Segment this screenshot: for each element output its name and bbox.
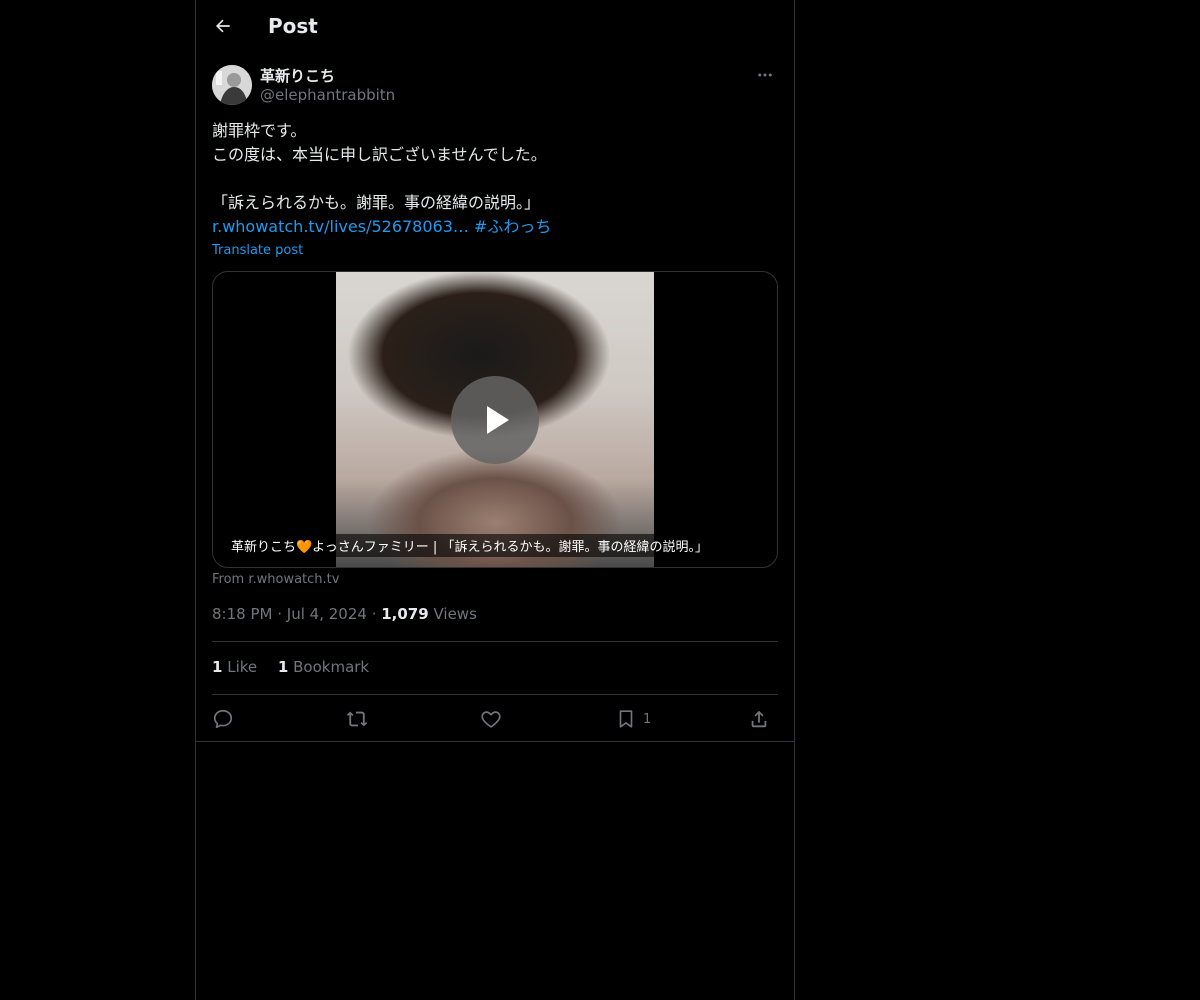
bookmarks-stat[interactable]: 1 Bookmark bbox=[278, 658, 369, 676]
engagement-stats: 1 Like 1 Bookmark bbox=[212, 658, 385, 676]
bookmark-icon bbox=[615, 708, 637, 730]
play-icon bbox=[475, 400, 515, 440]
post-bottom-border bbox=[196, 741, 794, 742]
divider bbox=[212, 641, 778, 642]
post-links-line: r.whowatch.tv/lives/52678063… #ふわっち bbox=[212, 215, 778, 239]
divider bbox=[212, 694, 778, 695]
author-name[interactable]: 革新りこち bbox=[260, 65, 335, 86]
avatar[interactable] bbox=[212, 65, 252, 105]
more-options-button[interactable] bbox=[752, 64, 778, 86]
post-text-line: この度は、本当に申し訳ございませんでした。 bbox=[212, 145, 547, 164]
top-bar: Post bbox=[196, 0, 794, 54]
post-time[interactable]: 8:18 PM bbox=[212, 605, 272, 623]
post-detail-column: Post 革新りこち @elephantrabbitn 謝罪枠です。 この度は、… bbox=[195, 0, 795, 1000]
like-button[interactable] bbox=[480, 706, 502, 732]
likes-stat[interactable]: 1 Like bbox=[212, 658, 262, 676]
back-button[interactable] bbox=[206, 9, 240, 43]
card-caption: 革新りこち🧡よっさんファミリー | 「訴えられるかも。謝罪。事の経緯の説明。」 bbox=[225, 534, 714, 557]
page-title: Post bbox=[268, 14, 318, 38]
bookmarks-count: 1 bbox=[277, 658, 289, 676]
meta-separator: · bbox=[277, 605, 287, 623]
views-count: 1,079 bbox=[381, 605, 429, 623]
bookmarks-label: Bookmark bbox=[293, 658, 370, 676]
post-text-line: 謝罪枠です。 bbox=[212, 121, 307, 140]
bookmark-count: 1 bbox=[643, 711, 652, 727]
translate-post-link[interactable]: Translate post bbox=[212, 243, 303, 258]
meta-separator: · bbox=[371, 605, 382, 623]
post-text-line bbox=[212, 167, 778, 191]
author-handle[interactable]: @elephantrabbitn bbox=[260, 86, 395, 104]
post-link[interactable]: r.whowatch.tv/lives/52678063… bbox=[212, 217, 469, 236]
post-meta: 8:18 PM · Jul 4, 2024 · 1,079 Views bbox=[212, 605, 477, 623]
views-label: Views bbox=[433, 605, 477, 623]
hashtag-link[interactable]: #ふわっち bbox=[474, 217, 551, 236]
arrow-left-icon bbox=[213, 16, 233, 36]
link-card[interactable]: 革新りこち🧡よっさんファミリー | 「訴えられるかも。謝罪。事の経緯の説明。」 bbox=[212, 271, 778, 568]
likes-count: 1 bbox=[212, 658, 223, 676]
post-text: 謝罪枠です。 この度は、本当に申し訳ございませんでした。 「訴えられるかも。謝罪… bbox=[212, 119, 778, 239]
reply-icon bbox=[212, 708, 234, 730]
action-bar: 1 bbox=[212, 706, 778, 732]
post-text-line: 「訴えられるかも。謝罪。事の経緯の説明。」 bbox=[212, 193, 541, 212]
likes-label: Like bbox=[227, 658, 258, 676]
card-source: From r.whowatch.tv bbox=[212, 572, 340, 587]
repost-icon bbox=[346, 708, 368, 730]
author-row: 革新りこち @elephantrabbitn bbox=[212, 64, 778, 106]
share-button[interactable] bbox=[748, 706, 770, 732]
more-horizontal-icon bbox=[756, 66, 774, 84]
bookmark-button[interactable]: 1 bbox=[615, 706, 651, 732]
post-date[interactable]: Jul 4, 2024 bbox=[287, 605, 367, 623]
share-icon bbox=[748, 708, 770, 730]
play-button[interactable] bbox=[451, 376, 539, 464]
reply-button[interactable] bbox=[212, 706, 234, 732]
repost-button[interactable] bbox=[346, 706, 368, 732]
heart-icon bbox=[480, 708, 502, 730]
